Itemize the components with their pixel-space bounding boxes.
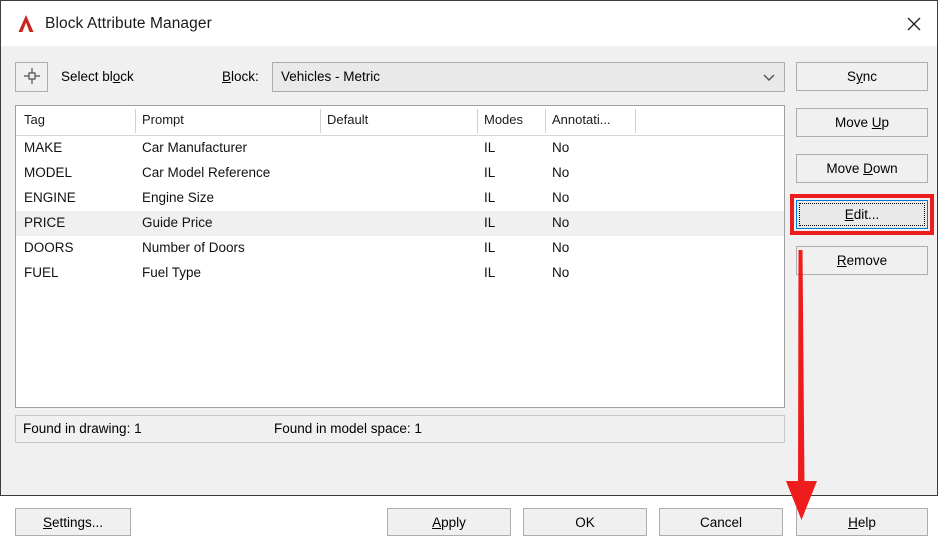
move-down-button[interactable]: Move Down [796,154,928,183]
window-title: Block Attribute Manager [45,14,212,32]
table-row[interactable]: PRICE Guide Price IL No [16,211,784,236]
column-divider[interactable] [545,109,546,133]
table-row[interactable]: DOORS Number of Doors IL No [16,236,784,261]
table-cell-modes: IL [484,190,496,205]
block-attribute-manager-dialog: Block Attribute Manager Select block Blo… [0,0,938,536]
found-in-model-space-text: Found in model space: 1 [274,421,422,436]
close-icon[interactable] [891,1,937,46]
table-cell-prompt: Car Manufacturer [142,140,248,155]
table-cell-annotative: No [552,215,570,230]
move-up-button[interactable]: Move Up [796,108,928,137]
table-cell-tag: PRICE [24,215,66,230]
table-cell-annotative: No [552,140,570,155]
table-row[interactable]: FUEL Fuel Type IL No [16,261,784,286]
cancel-button[interactable]: Cancel [659,508,783,536]
remove-button[interactable]: Remove [796,246,928,275]
edit-button[interactable]: Edit... [796,200,928,229]
table-cell-tag: MODEL [24,165,73,180]
table-cell-annotative: No [552,240,570,255]
table-cell-prompt: Fuel Type [142,265,202,280]
apply-button-label: Apply [432,514,466,530]
dialog-body: Select block Block: Vehicles - Metric Ta… [1,46,937,536]
ok-button-label: OK [575,514,595,530]
table-cell-modes: IL [484,215,496,230]
move-up-button-label: Move Up [834,115,890,130]
table-cell-modes: IL [484,165,496,180]
help-button-label: Help [848,514,876,530]
block-combo-value: Vehicles - Metric [281,69,381,84]
move-down-button-label: Move Down [826,161,898,176]
column-header[interactable]: Modes [484,112,523,127]
table-cell-tag: MAKE [24,140,63,155]
block-combo-box[interactable]: Vehicles - Metric [272,62,785,92]
status-bar: Found in drawing: 1 Found in model space… [15,415,785,443]
attribute-list[interactable]: Tag Prompt Default Modes Annotati... MAKE Car… [15,105,785,408]
column-divider[interactable] [135,109,136,133]
table-row[interactable]: MODEL Car Model Reference IL No [16,161,784,186]
settings-button[interactable]: Settings... [15,508,131,536]
table-cell-annotative: No [552,265,570,280]
table-cell-tag: FUEL [24,265,59,280]
table-cell-tag: ENGINE [24,190,76,205]
sync-button[interactable]: Sync [796,62,928,91]
apply-button[interactable]: Apply [387,508,511,536]
chevron-down-icon[interactable] [755,64,783,90]
table-cell-modes: IL [484,265,496,280]
column-header[interactable]: Default [327,112,368,127]
ok-button[interactable]: OK [523,508,647,536]
column-divider[interactable] [477,109,478,133]
table-cell-annotative: No [552,190,570,205]
pick-point-crosshair-icon [22,66,42,89]
column-header[interactable]: Tag [24,112,45,127]
block-combo-label: Block: [222,69,259,84]
found-in-drawing-text: Found in drawing: 1 [23,421,142,436]
settings-button-label: Settings... [42,514,104,530]
sync-button-label: Sync [846,69,878,84]
table-cell-modes: IL [484,240,496,255]
column-divider[interactable] [320,109,321,133]
table-cell-tag: DOORS [24,240,74,255]
attribute-list-rows: MAKE Car Manufacturer IL No MODEL Car Model R… [16,136,784,286]
column-header[interactable]: Annotati... [552,112,611,127]
table-cell-modes: IL [484,140,496,155]
autocad-a-logo-icon [13,11,39,37]
table-cell-prompt: Engine Size [142,190,215,205]
table-row[interactable]: MAKE Car Manufacturer IL No [16,136,784,161]
remove-button-label: Remove [836,253,888,268]
column-header[interactable]: Prompt [142,112,184,127]
table-cell-prompt: Guide Price [142,215,213,230]
attribute-list-header: Tag Prompt Default Modes Annotati... [16,106,784,136]
help-button[interactable]: Help [796,508,928,536]
table-row[interactable]: ENGINE Engine Size IL No [16,186,784,211]
cancel-button-label: Cancel [699,514,743,530]
table-cell-prompt: Car Model Reference [142,165,271,180]
edit-button-label: Edit... [844,207,880,222]
table-cell-prompt: Number of Doors [142,240,245,255]
title-bar: Block Attribute Manager [1,1,937,46]
select-block-label: Select block [61,69,134,84]
table-cell-annotative: No [552,165,570,180]
select-block-button[interactable] [15,62,48,92]
column-divider[interactable] [635,109,636,133]
